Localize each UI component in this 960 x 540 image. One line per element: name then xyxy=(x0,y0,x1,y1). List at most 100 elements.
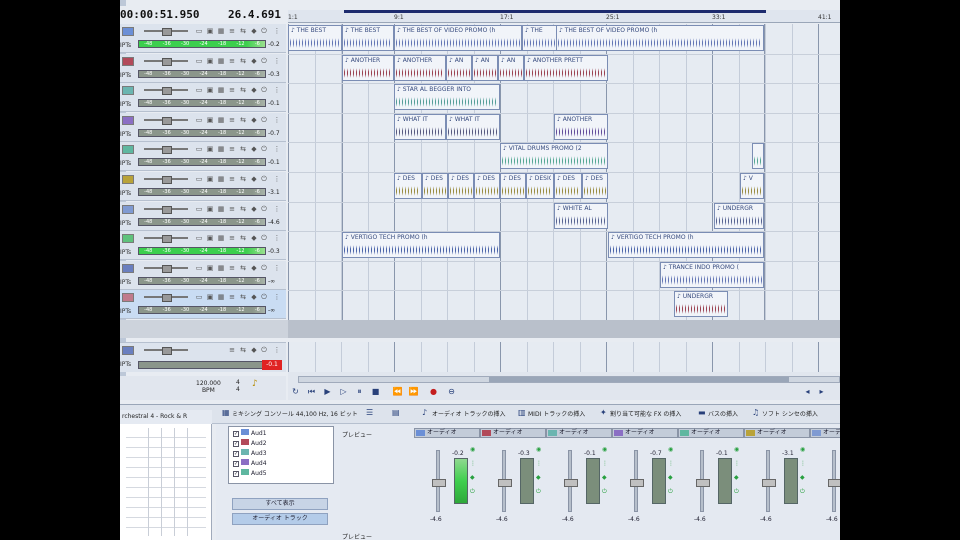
stop-icon[interactable]: ■ xyxy=(370,386,381,397)
channel-name[interactable]: オーディオ xyxy=(810,428,840,438)
menu-icon[interactable]: ⋮ xyxy=(536,460,542,467)
checkbox[interactable]: ✓ xyxy=(233,431,239,437)
menu-icon[interactable]: ⋮ xyxy=(273,27,281,35)
audio-clip[interactable]: ♪ UNDERGR xyxy=(714,203,764,229)
mute-icon[interactable]: ▭ xyxy=(195,57,203,65)
time-signature[interactable]: 4 4 xyxy=(236,379,240,393)
envelope-icon[interactable]: ◆ xyxy=(250,145,258,153)
volume-fader[interactable] xyxy=(828,450,840,512)
track-color-swatch[interactable] xyxy=(122,57,134,66)
record-arm-icon[interactable]: ▦ xyxy=(217,116,225,124)
record-arm-icon[interactable]: ▦ xyxy=(217,57,225,65)
power-icon[interactable]: ⏻ xyxy=(536,488,541,496)
envelope-icon[interactable]: ◆ xyxy=(800,474,805,481)
fx-icon[interactable]: ≡ xyxy=(228,57,236,65)
checkbox[interactable]: ✓ xyxy=(233,461,239,467)
track-header[interactable]: ▭ ▣ ▦ ≡ ⇆ ◆ ⏻ ⋮ IPTs -48 -36 -30 -24 -18 -12 -6 -4.6 xyxy=(120,202,286,231)
track-header[interactable]: ▭ ▣ ▦ ≡ ⇆ ◆ ⏻ ⋮ IPTs -48 -36 -30 -24 -18 -12 -6 -∞ xyxy=(120,261,286,290)
mute-icon[interactable]: ▭ xyxy=(195,27,203,35)
audio-clip[interactable]: ♪ V xyxy=(740,173,764,199)
automation-icon[interactable]: ⇆ xyxy=(239,264,247,272)
envelope-icon[interactable]: ◆ xyxy=(602,474,607,481)
insert-assignable-fx-button[interactable]: 割り当て可能な FX の挿入 xyxy=(610,409,681,418)
mute-icon[interactable]: ▭ xyxy=(195,234,203,242)
audio-clip[interactable] xyxy=(752,143,764,169)
menu-icon[interactable]: ⋮ xyxy=(273,205,281,213)
envelope-icon[interactable]: ◆ xyxy=(250,57,258,65)
track-color-swatch[interactable] xyxy=(122,293,134,302)
solo-icon[interactable]: ▣ xyxy=(206,175,214,183)
envelope-icon[interactable]: ◆ xyxy=(250,346,258,354)
fx-icon[interactable]: ≡ xyxy=(228,346,236,354)
master-track-lane[interactable] xyxy=(288,342,840,372)
solo-icon[interactable]: ▣ xyxy=(206,264,214,272)
track-visibility-row[interactable]: ✓ Aud1 xyxy=(233,429,267,439)
play-icon[interactable]: ▷ xyxy=(338,386,349,397)
audio-clip[interactable]: ♪ DES xyxy=(582,173,608,199)
track-color-swatch[interactable] xyxy=(122,116,134,125)
track-clips-area[interactable]: ♪ THE BEST ♪ THE BEST ♪ THE BEST OF VIDEO … xyxy=(288,24,840,320)
master-color-swatch[interactable] xyxy=(122,346,134,355)
record-icon[interactable]: ● xyxy=(428,386,439,397)
envelope-icon[interactable]: ◆ xyxy=(470,474,475,481)
play-from-start-icon[interactable]: ▶ xyxy=(322,386,333,397)
audio-clip[interactable]: ♪ DES xyxy=(554,173,582,199)
track-header[interactable]: ▭ ▣ ▦ ≡ ⇆ ◆ ⏻ ⋮ IPTs -48 -36 -30 -24 -18 -12 -6 -∞ xyxy=(120,290,286,319)
automation-icon[interactable]: ⇆ xyxy=(239,86,247,94)
pan-slider[interactable] xyxy=(144,294,188,302)
show-all-button[interactable]: すべて表示 xyxy=(232,498,328,510)
track-header[interactable]: ▭ ▣ ▦ ≡ ⇆ ◆ ⏻ ⋮ IPTs -48 -36 -30 -24 -18 -12 -6 -0.3 xyxy=(120,54,286,83)
fx-icon[interactable]: ≡ xyxy=(228,116,236,124)
pan-slider[interactable] xyxy=(144,28,188,36)
mute-icon[interactable]: ◉ xyxy=(734,446,739,453)
power-icon[interactable]: ⏻ xyxy=(260,205,268,213)
audio-clip[interactable]: ♪ WHAT IT xyxy=(394,114,446,140)
prev-marker-icon[interactable]: ⏪ xyxy=(392,386,403,397)
solo-icon[interactable]: ▣ xyxy=(206,145,214,153)
mute-icon[interactable]: ▭ xyxy=(195,175,203,183)
fx-icon[interactable]: ≡ xyxy=(228,175,236,183)
channel-name[interactable]: オーディオ xyxy=(612,428,678,438)
automation-icon[interactable]: ⇆ xyxy=(239,27,247,35)
mute-icon[interactable]: ◉ xyxy=(470,446,475,453)
track-color-swatch[interactable] xyxy=(122,175,134,184)
track-visibility-row[interactable]: ✓ Aud5 xyxy=(233,469,267,479)
audio-clip[interactable]: ♪ THE BEST xyxy=(342,25,394,51)
automation-icon[interactable]: ⇆ xyxy=(239,205,247,213)
record-arm-icon[interactable]: ▦ xyxy=(217,86,225,94)
audio-clip[interactable]: ♪ WHITE AL xyxy=(554,203,608,229)
fx-icon[interactable]: ≡ xyxy=(228,234,236,242)
pan-slider[interactable] xyxy=(144,235,188,243)
mute-icon[interactable]: ▭ xyxy=(195,145,203,153)
power-icon[interactable]: ⏻ xyxy=(260,293,268,301)
snap-icon[interactable]: ⊖ xyxy=(446,386,457,397)
channel-name[interactable]: オーディオ xyxy=(678,428,744,438)
volume-fader[interactable] xyxy=(432,450,446,512)
mixer-console-tab[interactable]: ミキシング コンソール 44,100 Hz, 16 ビット xyxy=(232,409,358,418)
envelope-icon[interactable]: ◆ xyxy=(734,474,739,481)
envelope-icon[interactable]: ◆ xyxy=(250,116,258,124)
record-arm-icon[interactable]: ▦ xyxy=(217,145,225,153)
pan-slider[interactable] xyxy=(144,176,188,184)
power-icon[interactable]: ⏻ xyxy=(734,488,739,496)
envelope-icon[interactable]: ◆ xyxy=(668,474,673,481)
menu-icon[interactable]: ⋮ xyxy=(273,86,281,94)
menu-icon[interactable]: ⋮ xyxy=(273,175,281,183)
automation-icon[interactable]: ⇆ xyxy=(239,234,247,242)
grid-icon[interactable]: ▤ xyxy=(392,409,400,417)
insert-soft-synth-button[interactable]: ソフト シンセの挿入 xyxy=(762,409,818,418)
power-icon[interactable]: ⏻ xyxy=(470,488,475,496)
automation-icon[interactable]: ⇆ xyxy=(239,346,247,354)
audio-clip[interactable]: ♪ ANOTHER xyxy=(394,55,446,81)
next-marker-icon[interactable]: ⏩ xyxy=(408,386,419,397)
explorer-tab[interactable]: rchestral 4 - Rock & R xyxy=(120,410,212,424)
scroll-left-icon[interactable]: ◂ xyxy=(802,386,813,397)
menu-icon[interactable]: ⋮ xyxy=(273,346,281,354)
automation-icon[interactable]: ⇆ xyxy=(239,145,247,153)
pan-slider[interactable] xyxy=(144,206,188,214)
insert-midi-track-button[interactable]: MIDI トラックの挿入 xyxy=(528,409,585,418)
track-visibility-row[interactable]: ✓ Aud2 xyxy=(233,439,267,449)
record-arm-icon[interactable]: ▦ xyxy=(217,293,225,301)
power-icon[interactable]: ⏻ xyxy=(260,27,268,35)
mute-icon[interactable]: ▭ xyxy=(195,293,203,301)
